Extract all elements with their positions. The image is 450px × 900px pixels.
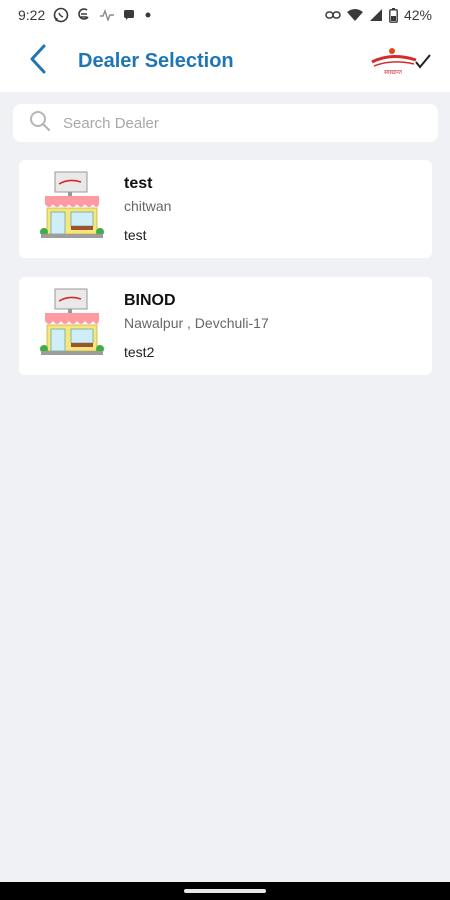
- dealer-address: chitwan: [124, 198, 172, 214]
- status-bar: 9:22 42%: [0, 0, 450, 30]
- brand-logo-text: स्वाद्यान्त: [384, 69, 402, 76]
- dot-icon: [143, 10, 153, 20]
- battery-percent: 42%: [403, 7, 432, 23]
- whatsapp-icon: [53, 7, 69, 23]
- dealer-address: Nawalpur , Devchuli-17: [124, 315, 269, 331]
- search-icon: [29, 110, 51, 137]
- page-title: Dealer Selection: [78, 49, 234, 72]
- wifi-icon: [346, 8, 363, 22]
- shop-icon: [39, 170, 105, 240]
- signal-icon: [369, 8, 383, 22]
- status-right: 42%: [325, 7, 432, 23]
- link-icon: [325, 10, 341, 20]
- dealer-name: test: [124, 175, 153, 192]
- dealer-code: test: [124, 227, 147, 243]
- brand-logo: स्वाद्यान्त: [370, 46, 432, 76]
- pulse-icon: [99, 9, 115, 21]
- search-bar[interactable]: [13, 104, 438, 142]
- system-nav-bar: [0, 882, 450, 900]
- status-left: 9:22: [18, 7, 153, 23]
- message-icon: [123, 9, 135, 21]
- dealer-card[interactable]: test chitwan test: [19, 160, 432, 258]
- battery-icon: [389, 7, 398, 23]
- status-time: 9:22: [18, 7, 46, 23]
- search-input[interactable]: [63, 114, 403, 132]
- dealer-code: test2: [124, 344, 155, 360]
- chevron-left-icon: [29, 44, 47, 79]
- sync-icon: [77, 7, 91, 23]
- dealer-list: test chitwan test BINOD Nawalpur , Devch…: [19, 160, 432, 394]
- dealer-card[interactable]: BINOD Nawalpur , Devchuli-17 test2: [19, 277, 432, 375]
- shop-icon: [39, 287, 105, 357]
- back-button[interactable]: [14, 37, 62, 85]
- home-gesture-handle[interactable]: [184, 889, 266, 893]
- app-bar: Dealer Selection स्वाद्यान्त: [0, 30, 450, 92]
- dealer-name: BINOD: [124, 292, 176, 309]
